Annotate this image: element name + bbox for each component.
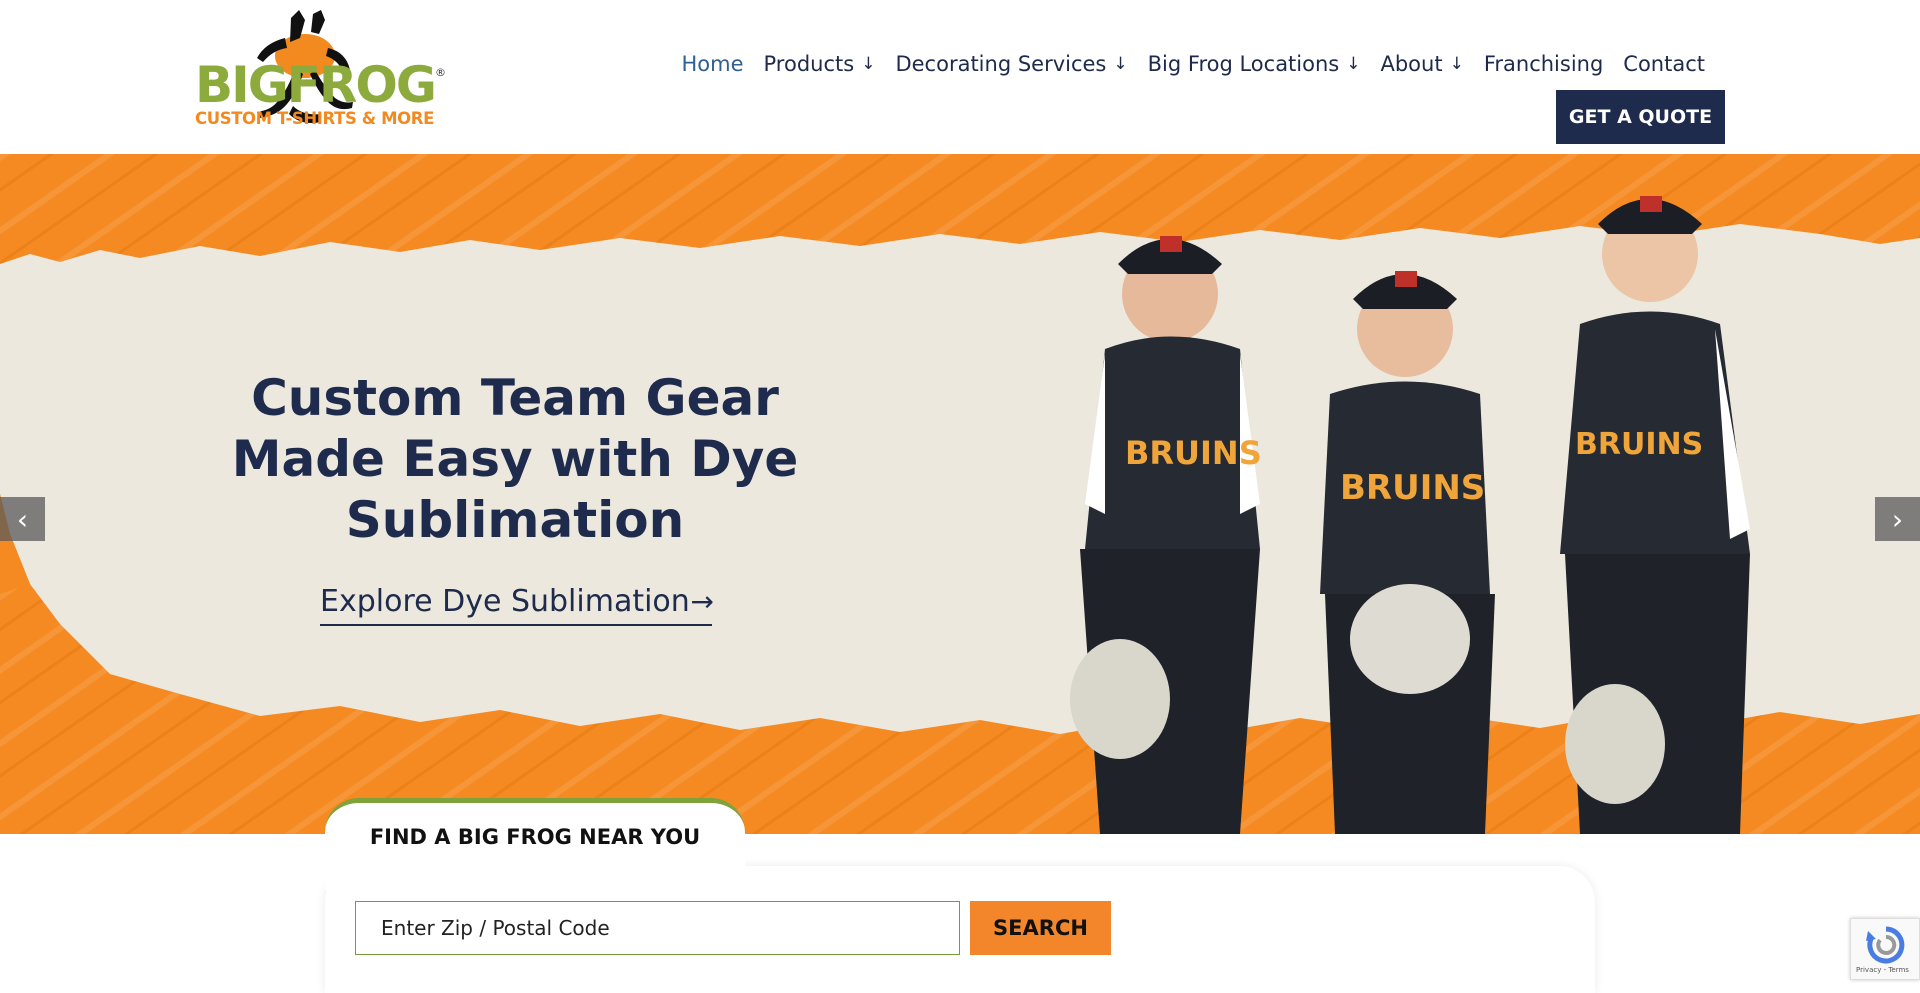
- player-middle: BRUINS: [1320, 271, 1495, 834]
- hero-slider: BRUINS BRUINS BRUINS Custom Team Gear Ma…: [0, 154, 1920, 834]
- hero-headline: Custom Team Gear Made Easy with Dye Subl…: [231, 369, 799, 549]
- slider-prev-button[interactable]: ‹: [0, 497, 45, 541]
- nav-franchising-label: Franchising: [1483, 52, 1604, 76]
- nav-franchising[interactable]: Franchising: [1474, 52, 1613, 76]
- recaptcha-badge[interactable]: Privacy - Terms: [1850, 918, 1920, 980]
- dropdown-arrow-icon: ↓: [1113, 54, 1128, 74]
- chevron-left-icon: ‹: [16, 502, 29, 536]
- nav-decorating-services-label: Decorating Services: [895, 52, 1107, 76]
- svg-text:BRUINS: BRUINS: [1575, 427, 1703, 462]
- logo-wordmark: BIGFROG: [195, 56, 437, 114]
- slider-next-button[interactable]: ›: [1875, 497, 1920, 541]
- nav-home-label: Home: [681, 52, 744, 76]
- player-left: BRUINS: [1070, 236, 1262, 834]
- main-nav: Home Products ↓ Decorating Services ↓ Bi…: [672, 52, 1716, 76]
- logo-tagline: CUSTOM T-SHIRTS & MORE: [195, 109, 434, 128]
- nav-home[interactable]: Home: [672, 52, 754, 76]
- nav-about[interactable]: About ↓: [1370, 52, 1473, 76]
- dropdown-arrow-icon: ↓: [1346, 54, 1361, 74]
- explore-dye-sublimation-link[interactable]: Explore Dye Sublimation →: [320, 578, 714, 626]
- team-players-image: BRUINS BRUINS BRUINS: [1070, 196, 1750, 834]
- hero-cta-label: Explore Dye Sublimation: [320, 583, 690, 619]
- big-frog-logo[interactable]: BIGFROG ® CUSTOM T-SHIRTS & MORE: [193, 8, 453, 132]
- get-a-quote-button[interactable]: GET A QUOTE: [1556, 90, 1725, 144]
- recaptcha-terms: Privacy - Terms: [1856, 966, 1909, 974]
- dropdown-arrow-icon: ↓: [1449, 54, 1464, 74]
- nav-about-label: About: [1380, 52, 1443, 76]
- player-right: BRUINS: [1560, 196, 1750, 834]
- nav-big-frog-locations[interactable]: Big Frog Locations ↓: [1138, 52, 1371, 76]
- nav-products-label: Products: [763, 52, 855, 76]
- nav-products[interactable]: Products ↓: [754, 52, 886, 76]
- jersey-text: BRUINS: [1125, 434, 1262, 472]
- nav-contact[interactable]: Contact: [1613, 52, 1715, 76]
- locator-title: FIND A BIG FROG NEAR YOU: [369, 825, 701, 849]
- nav-contact-label: Contact: [1623, 52, 1705, 76]
- dropdown-arrow-icon: ↓: [861, 54, 876, 74]
- svg-text:BRUINS: BRUINS: [1340, 468, 1485, 508]
- search-button[interactable]: SEARCH: [970, 901, 1111, 955]
- site-header: BIGFROG ® CUSTOM T-SHIRTS & MORE Home Pr…: [0, 0, 1920, 154]
- arrow-right-icon: →: [690, 584, 714, 618]
- nav-big-frog-locations-label: Big Frog Locations: [1147, 52, 1340, 76]
- zip-code-input[interactable]: [355, 901, 960, 955]
- chevron-right-icon: ›: [1891, 502, 1904, 536]
- recaptcha-icon: [1866, 926, 1905, 964]
- logo-registered-mark: ®: [435, 66, 446, 79]
- nav-decorating-services[interactable]: Decorating Services ↓: [885, 52, 1137, 76]
- locator-tab-join: [325, 860, 745, 890]
